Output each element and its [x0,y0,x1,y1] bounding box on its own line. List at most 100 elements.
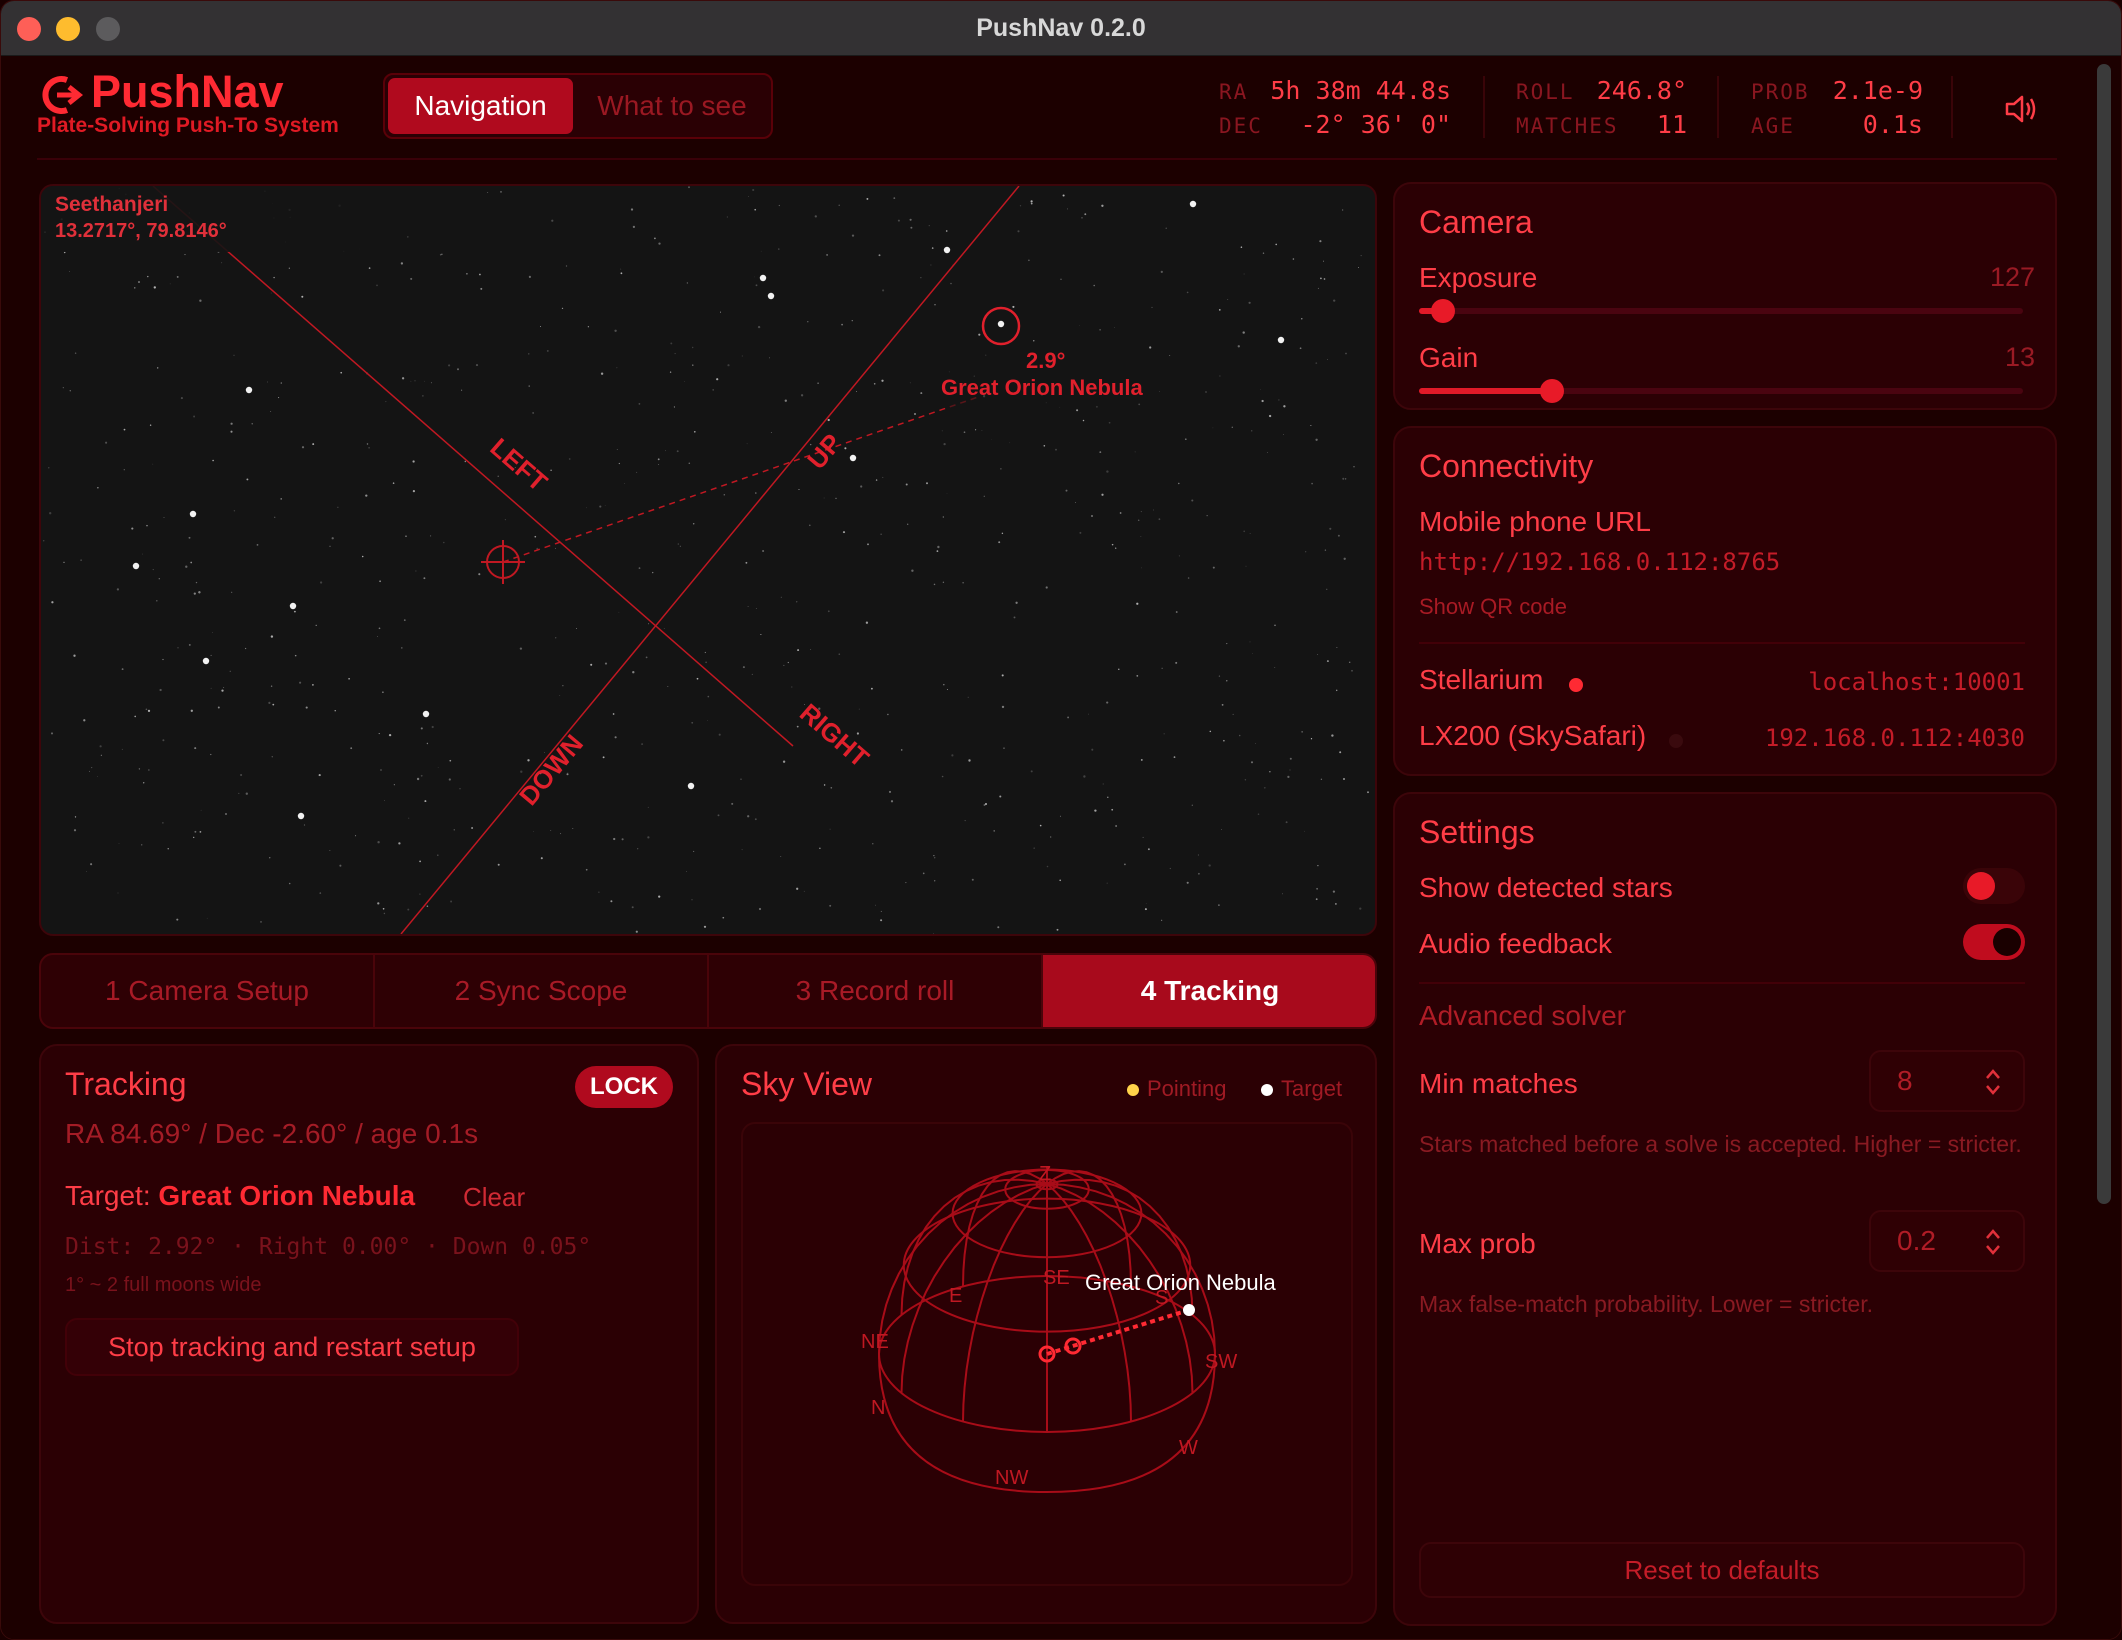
star [784,399,787,402]
location-coords: 13.2717°, 79.8146° [55,220,227,242]
star [1244,779,1247,781]
star [540,857,543,860]
star [620,268,622,270]
star [900,749,903,751]
star [1320,778,1323,780]
show-stars-toggle[interactable] [1963,868,2025,904]
max-prob-help: Max false-match probability. Lower = str… [1419,1291,1873,1317]
stop-tracking-button[interactable]: Stop tracking and restart setup [65,1318,519,1376]
star [1337,534,1340,537]
star [478,273,481,276]
tab-what-to-see[interactable]: What to see [577,78,767,134]
reset-defaults-button[interactable]: Reset to defaults [1419,1542,2025,1598]
star [420,727,423,730]
star [497,475,499,477]
star [100,754,102,756]
star [1115,825,1117,827]
star [946,493,948,495]
settings-title: Settings [1419,814,1535,850]
star [1106,882,1108,884]
star [950,282,952,285]
star [1221,828,1222,830]
star [131,527,134,530]
tab-navigation[interactable]: Navigation [388,78,573,134]
step-camera-setup[interactable]: 1 Camera Setup [41,955,375,1027]
crosshair-icon [481,540,525,584]
max-prob-stepper[interactable]: 0.2 [1869,1210,2025,1272]
star [176,275,179,278]
star [1285,821,1288,824]
audio-feedback-toggle[interactable] [1963,924,2025,960]
star [905,882,907,884]
camera-sky-image[interactable]: LEFT UP RIGHT DOWN 2.9° Great Orion Nebu… [39,184,1377,936]
star [770,432,772,433]
star [971,878,974,881]
star [1081,216,1083,219]
star [598,891,600,893]
star [907,523,909,525]
star [826,253,829,256]
star [975,429,977,431]
step-tracking[interactable]: 4 Tracking [1043,955,1375,1027]
star [791,686,793,688]
exposure-slider[interactable] [1419,299,2023,323]
step-sync-scope[interactable]: 2 Sync Scope [375,955,709,1027]
star [193,415,196,418]
gain-slider-knob[interactable] [1539,379,1564,403]
bright-star [1189,200,1197,208]
star [301,295,304,298]
stepper-arrows-icon[interactable] [1983,1066,2003,1098]
speaker-icon[interactable] [2004,94,2038,124]
star [751,673,753,675]
star [210,654,212,656]
star [881,379,884,382]
exposure-slider-knob[interactable] [1431,299,1456,323]
star [727,364,730,367]
star [212,632,213,633]
star [1028,259,1030,262]
star [1218,904,1220,906]
star [963,431,966,434]
star [138,768,141,770]
star [422,395,424,397]
star [880,533,882,535]
star [760,250,762,252]
lock-button[interactable]: LOCK [575,1066,673,1108]
scrollbar[interactable] [2097,64,2111,1204]
star [1353,466,1355,468]
setup-steps: 1 Camera Setup 2 Sync Scope 3 Record rol… [39,953,1377,1029]
sky-dome-view[interactable]: Z SE E S NE SW N W NW Great Orion Nebula [741,1122,1353,1586]
star [559,695,561,696]
star [707,695,710,698]
star [377,841,380,844]
star [180,397,183,400]
stepper-arrows-icon[interactable] [1983,1226,2003,1258]
show-qr-link[interactable]: Show QR code [1419,594,1567,620]
star [1245,565,1247,567]
star [80,559,82,561]
star [378,627,381,630]
star [612,713,615,715]
star [1317,864,1319,867]
star [1282,893,1283,895]
star [993,830,995,832]
star [614,736,617,739]
star [1278,399,1280,401]
matches-label: MATCHES [1516,114,1619,138]
gain-slider[interactable] [1419,379,2023,403]
star [1178,555,1180,557]
target-name: Great Orion Nebula [941,375,1143,400]
star [905,483,908,486]
star [176,918,179,921]
star [382,907,385,910]
star [1101,204,1104,207]
star [934,880,936,882]
star [1091,748,1094,751]
clear-target-link[interactable]: Clear [463,1182,525,1213]
mobile-url[interactable]: http://192.168.0.112:8765 [1419,548,1780,576]
star [407,236,409,238]
star [631,906,634,909]
min-matches-stepper[interactable]: 8 [1869,1050,2025,1112]
step-record-roll[interactable]: 3 Record roll [709,955,1043,1027]
star [1226,643,1228,645]
